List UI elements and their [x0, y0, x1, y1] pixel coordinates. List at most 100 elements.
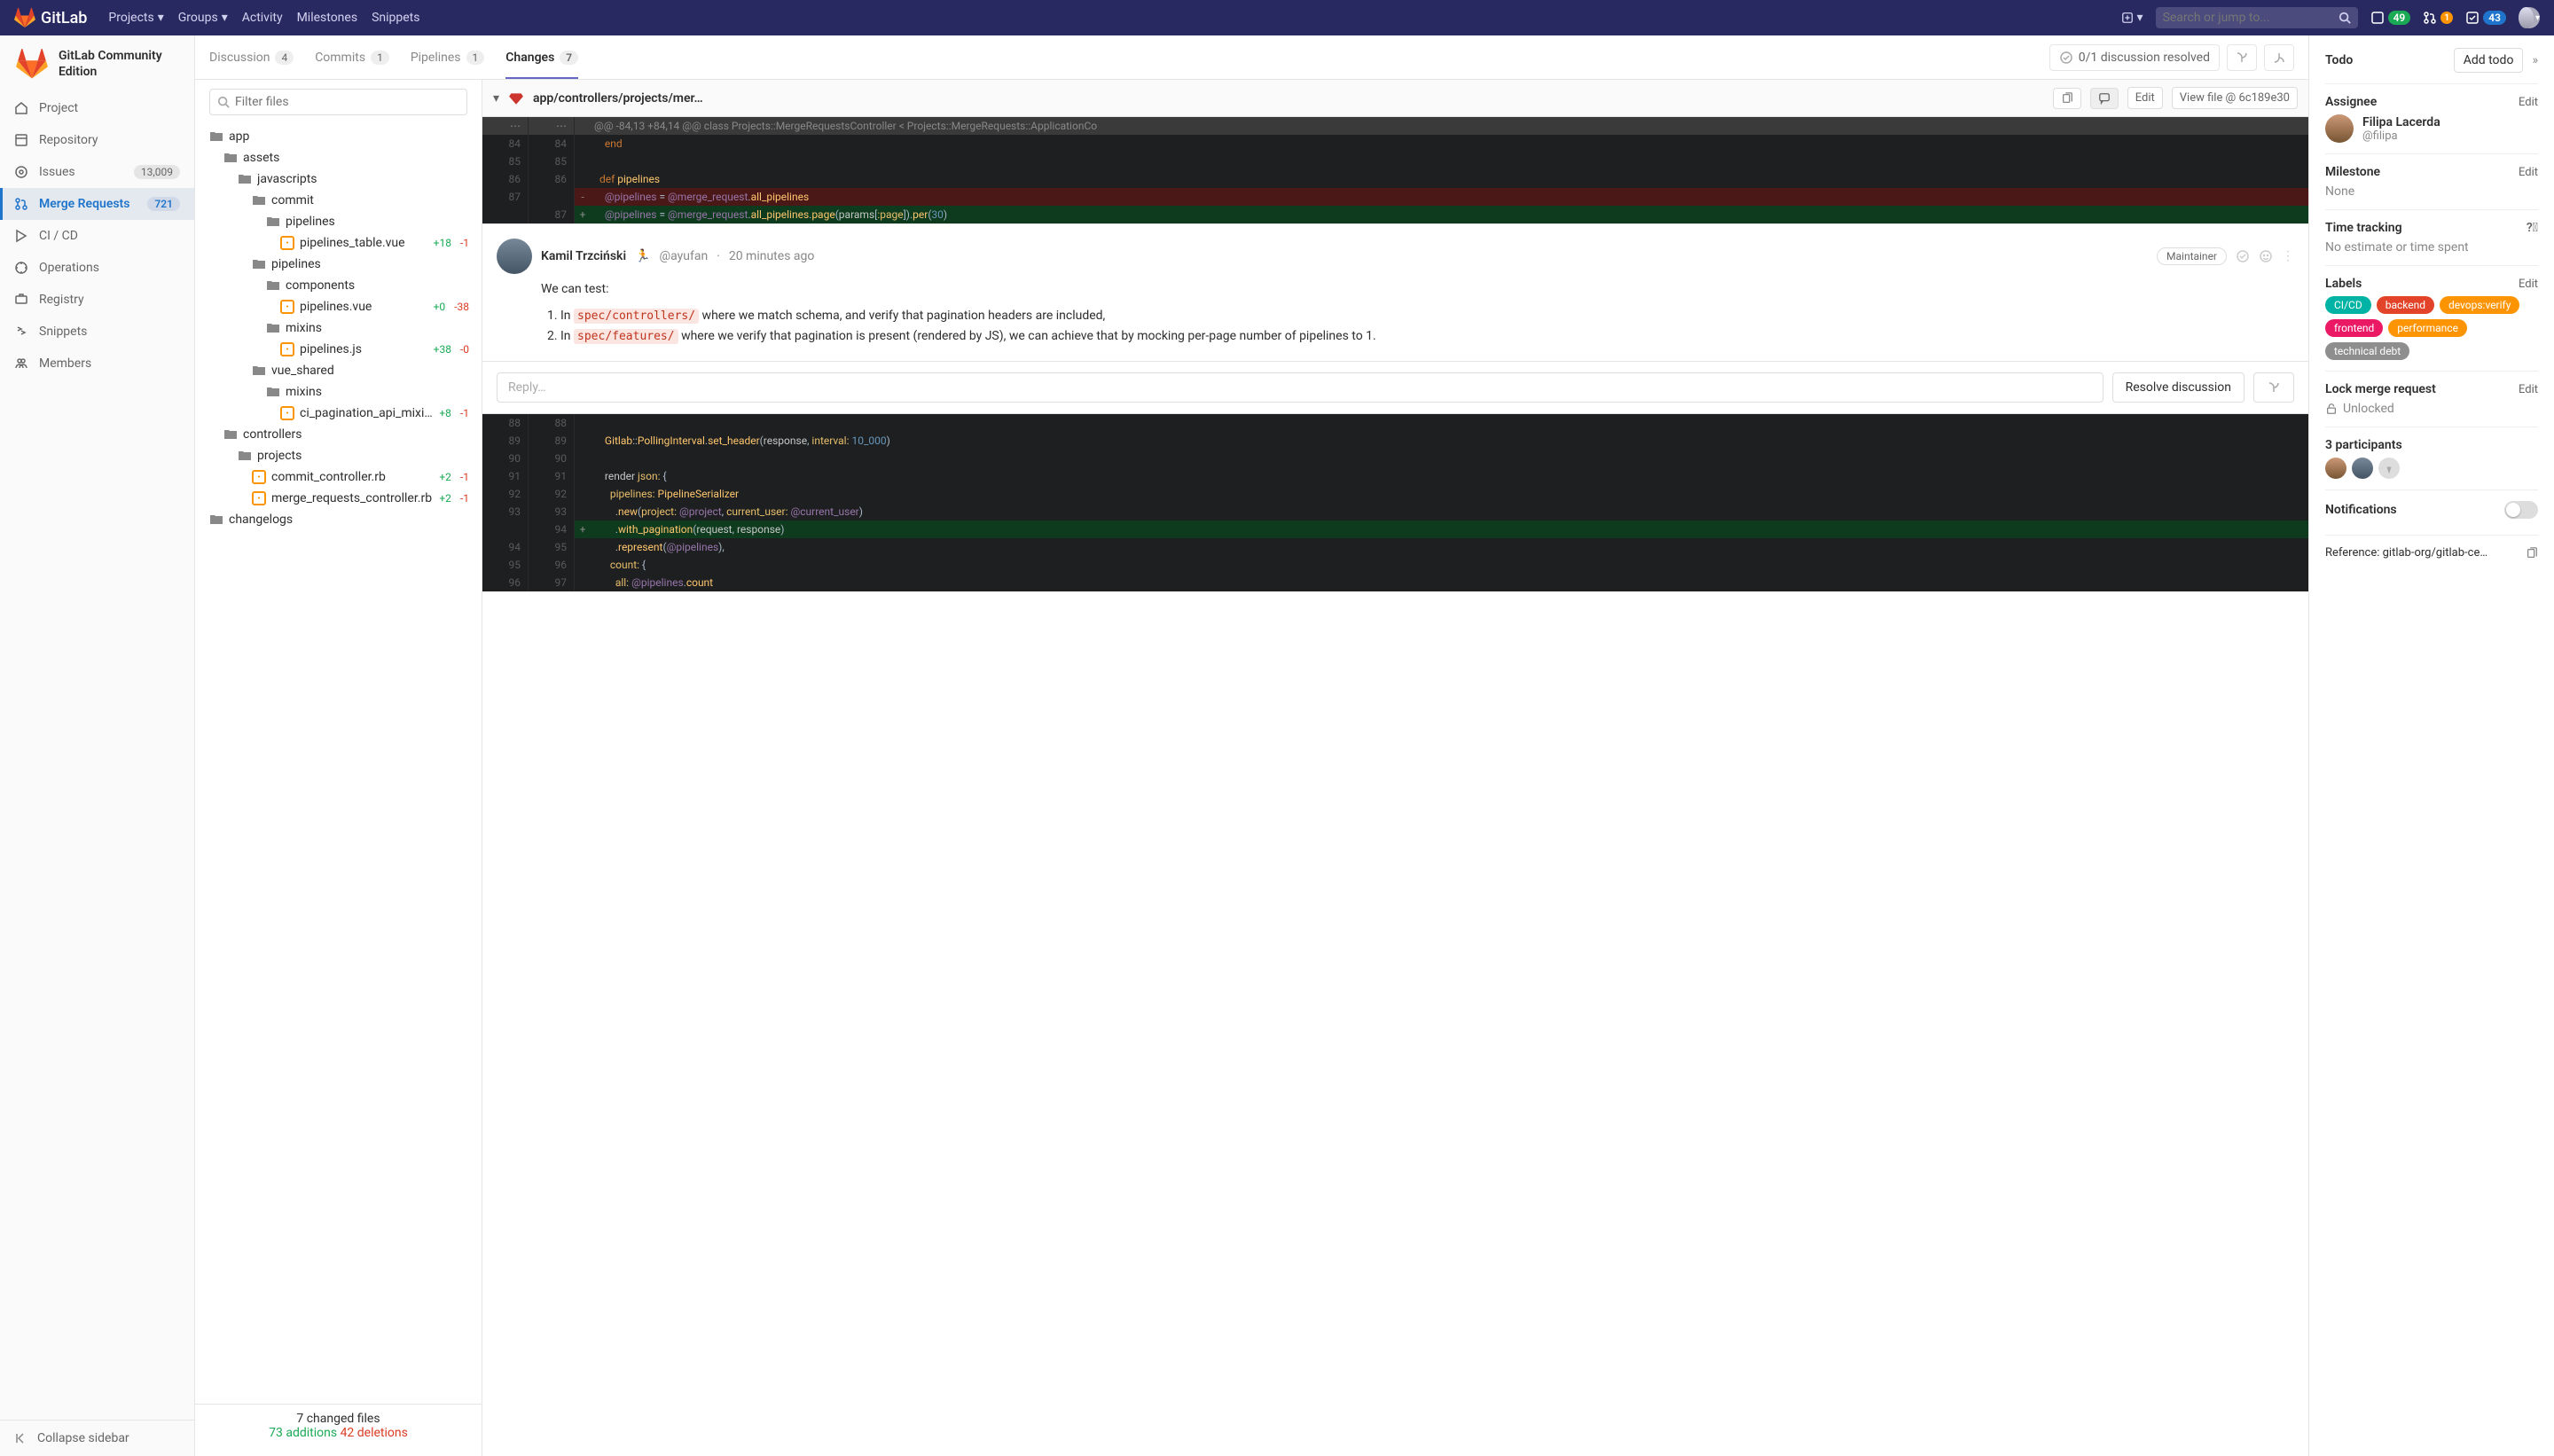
comment-author[interactable]: Kamil Trzciński	[541, 249, 626, 263]
folder-projects[interactable]: projects	[202, 445, 474, 466]
help-icon[interactable]: ?⃝	[2527, 221, 2538, 235]
sidebar-item-operations[interactable]: Operations	[0, 252, 194, 284]
chevron-down-icon: ▾	[2137, 11, 2143, 25]
file-ci_pagination_api_mixi…[interactable]: ci_pagination_api_mixi…+8-1	[202, 403, 474, 424]
label-devops-verify[interactable]: devops:verify	[2440, 296, 2519, 314]
file-filter[interactable]	[209, 89, 467, 115]
sidebar-item-label: Issues	[39, 165, 75, 179]
folder-pipelines[interactable]: pipelines	[202, 254, 474, 275]
emoji-icon[interactable]	[2259, 249, 2273, 263]
label-backend[interactable]: backend	[2377, 296, 2434, 314]
copy-path-button[interactable]	[2053, 88, 2081, 109]
running-icon: 🏃	[635, 249, 650, 263]
file-pipelines_table.vue[interactable]: pipelines_table.vue+18-1	[202, 232, 474, 254]
jump-discussion-button[interactable]	[2253, 372, 2294, 403]
expand-sidebar-icon[interactable]: »	[2532, 53, 2538, 67]
resolve-discussion-button[interactable]: Resolve discussion	[2112, 372, 2245, 403]
brand-logo[interactable]: GitLab	[14, 7, 87, 28]
issues-shortcut[interactable]: 49	[2370, 11, 2411, 25]
tab-commits[interactable]: Commits1	[315, 35, 389, 79]
collapse-file-icon[interactable]: ▾	[493, 91, 499, 106]
labels-edit[interactable]: Edit	[2519, 278, 2538, 291]
label-technical-debt[interactable]: technical debt	[2325, 342, 2409, 360]
tab-count: 1	[466, 51, 485, 65]
file-filter-input[interactable]	[235, 95, 459, 109]
folder-mixins[interactable]: mixins	[202, 317, 474, 339]
folder-pipelines[interactable]: pipelines	[202, 211, 474, 232]
file-merge_requests_controller.rb[interactable]: merge_requests_controller.rb+2-1	[202, 488, 474, 509]
jump-prev-discussion[interactable]	[2264, 44, 2294, 71]
search-input[interactable]	[2163, 11, 2331, 25]
chevron-down-icon: ▾	[222, 11, 228, 25]
folder-javascripts[interactable]: javascripts	[202, 168, 474, 190]
sidebar-item-members[interactable]: Members	[0, 348, 194, 380]
user-avatar[interactable]: ▾	[2519, 7, 2540, 28]
folder-components[interactable]: components	[202, 275, 474, 296]
next-icon	[2235, 51, 2249, 65]
folder-app[interactable]: app	[202, 126, 474, 147]
label-ci-cd[interactable]: CI/CD	[2325, 296, 2371, 314]
milestone-edit[interactable]: Edit	[2519, 166, 2538, 179]
global-search[interactable]	[2156, 7, 2358, 28]
reply-input[interactable]: Reply…	[497, 372, 2104, 403]
tab-changes[interactable]: Changes7	[505, 35, 578, 79]
tab-count: 4	[275, 51, 294, 65]
todos-shortcut[interactable]: 43	[2465, 11, 2506, 25]
comment-role: Maintainer	[2157, 247, 2227, 265]
participant-avatar[interactable]	[2352, 458, 2373, 479]
more-icon[interactable]: ⋮	[2282, 249, 2294, 263]
folder-controllers[interactable]: controllers	[202, 424, 474, 445]
toggle-comments-button[interactable]	[2090, 88, 2119, 109]
nav-snippets[interactable]: Snippets	[372, 11, 419, 25]
nav-projects[interactable]: Projects▾	[108, 11, 163, 25]
folder-mixins[interactable]: mixins	[202, 381, 474, 403]
participant-avatar[interactable]	[2378, 458, 2400, 479]
todo-title: Todo	[2325, 53, 2353, 67]
folder-icon	[209, 129, 223, 144]
sidebar-item-snippets[interactable]: Snippets	[0, 316, 194, 348]
label-frontend[interactable]: frontend	[2325, 319, 2383, 337]
assignee-name[interactable]: Filipa Lacerda	[2362, 115, 2440, 129]
gitlab-icon	[14, 7, 35, 28]
notifications-toggle[interactable]	[2504, 501, 2538, 519]
assignee-avatar[interactable]	[2325, 114, 2354, 143]
sidebar-item-ci-cd[interactable]: CI / CD	[0, 220, 194, 252]
nav-groups[interactable]: Groups▾	[178, 11, 228, 25]
sidebar-item-issues[interactable]: Issues13,009	[0, 156, 194, 188]
project-header[interactable]: GitLab Community Edition	[0, 35, 194, 92]
sidebar-item-merge-requests[interactable]: Merge Requests721	[0, 188, 194, 220]
file-commit_controller.rb[interactable]: commit_controller.rb+2-1	[202, 466, 474, 488]
folder-changelogs[interactable]: changelogs	[202, 509, 474, 530]
sidebar-item-project[interactable]: Project	[0, 92, 194, 124]
add-todo-button[interactable]: Add todo	[2454, 48, 2524, 73]
mr-shortcut[interactable]: 1	[2423, 11, 2453, 25]
sidebar-icon	[14, 261, 28, 275]
folder-commit[interactable]: commit	[202, 190, 474, 211]
collapse-sidebar[interactable]: Collapse sidebar	[0, 1420, 194, 1456]
resolve-check-icon[interactable]	[2236, 249, 2250, 263]
new-dropdown[interactable]: ▾	[2121, 11, 2143, 25]
sidebar-item-repository[interactable]: Repository	[0, 124, 194, 156]
lock-edit[interactable]: Edit	[2519, 383, 2538, 396]
file-pipelines.js[interactable]: pipelines.js+38-0	[202, 339, 474, 360]
participant-avatar[interactable]	[2325, 458, 2346, 479]
label-performance[interactable]: performance	[2388, 319, 2467, 337]
sidebar-item-registry[interactable]: Registry	[0, 284, 194, 316]
file-pipelines.vue[interactable]: pipelines.vue+0-38	[202, 296, 474, 317]
ruby-icon	[508, 90, 524, 106]
copy-reference-button[interactable]	[2526, 547, 2538, 560]
tab-discussion[interactable]: Discussion4	[209, 35, 294, 79]
nav-activity[interactable]: Activity	[242, 11, 283, 25]
comment-handle[interactable]: @ayufan	[660, 249, 709, 263]
nav-milestones[interactable]: Milestones	[297, 11, 358, 25]
folder-vue_shared[interactable]: vue_shared	[202, 360, 474, 381]
jump-next-discussion[interactable]	[2227, 44, 2257, 71]
comment-avatar[interactable]	[497, 239, 532, 274]
tab-pipelines[interactable]: Pipelines1	[411, 35, 484, 79]
edit-file-button[interactable]: Edit	[2127, 87, 2163, 109]
folder-assets[interactable]: assets	[202, 147, 474, 168]
view-file-button[interactable]: View file @ 6c189e30	[2172, 87, 2298, 109]
prev-icon	[2272, 51, 2286, 65]
assignee-edit[interactable]: Edit	[2519, 96, 2538, 109]
sidebar-item-label: Repository	[39, 133, 98, 147]
